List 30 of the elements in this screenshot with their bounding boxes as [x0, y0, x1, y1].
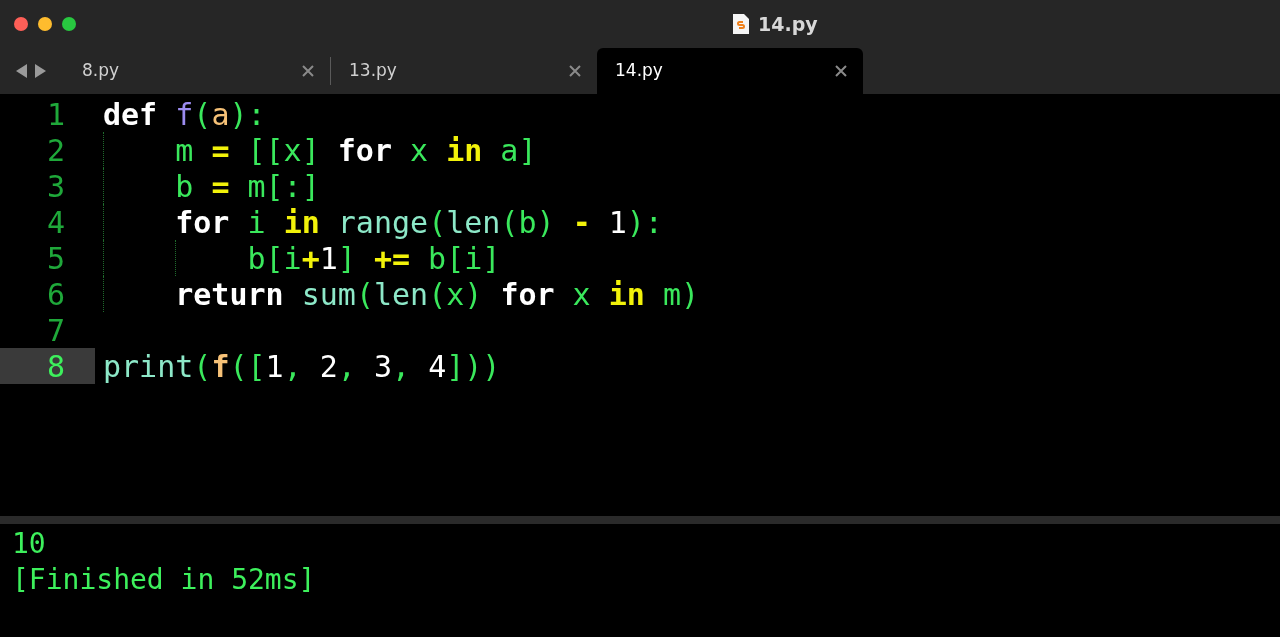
output-line: [Finished in 52ms] — [12, 562, 316, 598]
line-number: 8 — [0, 348, 95, 384]
tab[interactable]: 13.py — [331, 48, 597, 94]
line-number: 4 — [45, 204, 66, 240]
minimize-button[interactable] — [38, 17, 52, 31]
line-number: 1 — [45, 96, 66, 132]
line-number: 3 — [45, 168, 66, 204]
file-icon — [732, 13, 750, 35]
code-line: def f(a): — [103, 95, 266, 134]
code-line: m = [[x] for x in a] — [174, 131, 537, 170]
forward-icon[interactable] — [34, 64, 46, 78]
output-line: 10 — [12, 526, 46, 562]
code-line: print(f([1, 2, 3, 4])) — [103, 347, 501, 386]
back-icon[interactable] — [16, 64, 28, 78]
tab[interactable]: 14.py — [597, 48, 863, 94]
code-line: return sum(len(x) for x in m) — [174, 275, 700, 314]
window-title: 14.py — [758, 11, 818, 37]
close-icon[interactable] — [302, 65, 314, 77]
close-button[interactable] — [14, 17, 28, 31]
line-number: 6 — [45, 276, 66, 312]
line-number: 7 — [45, 312, 66, 348]
code-line: b[i+1] += b[i] — [246, 239, 501, 278]
zoom-button[interactable] — [62, 17, 76, 31]
code-line: b = m[:] — [174, 167, 320, 206]
code-line: for i in range(len(b) - 1): — [174, 203, 663, 242]
line-number: 5 — [45, 240, 66, 276]
tab[interactable]: 8.py — [64, 48, 330, 94]
line-number: 2 — [45, 132, 66, 168]
close-icon[interactable] — [835, 65, 847, 77]
close-icon[interactable] — [569, 65, 581, 77]
